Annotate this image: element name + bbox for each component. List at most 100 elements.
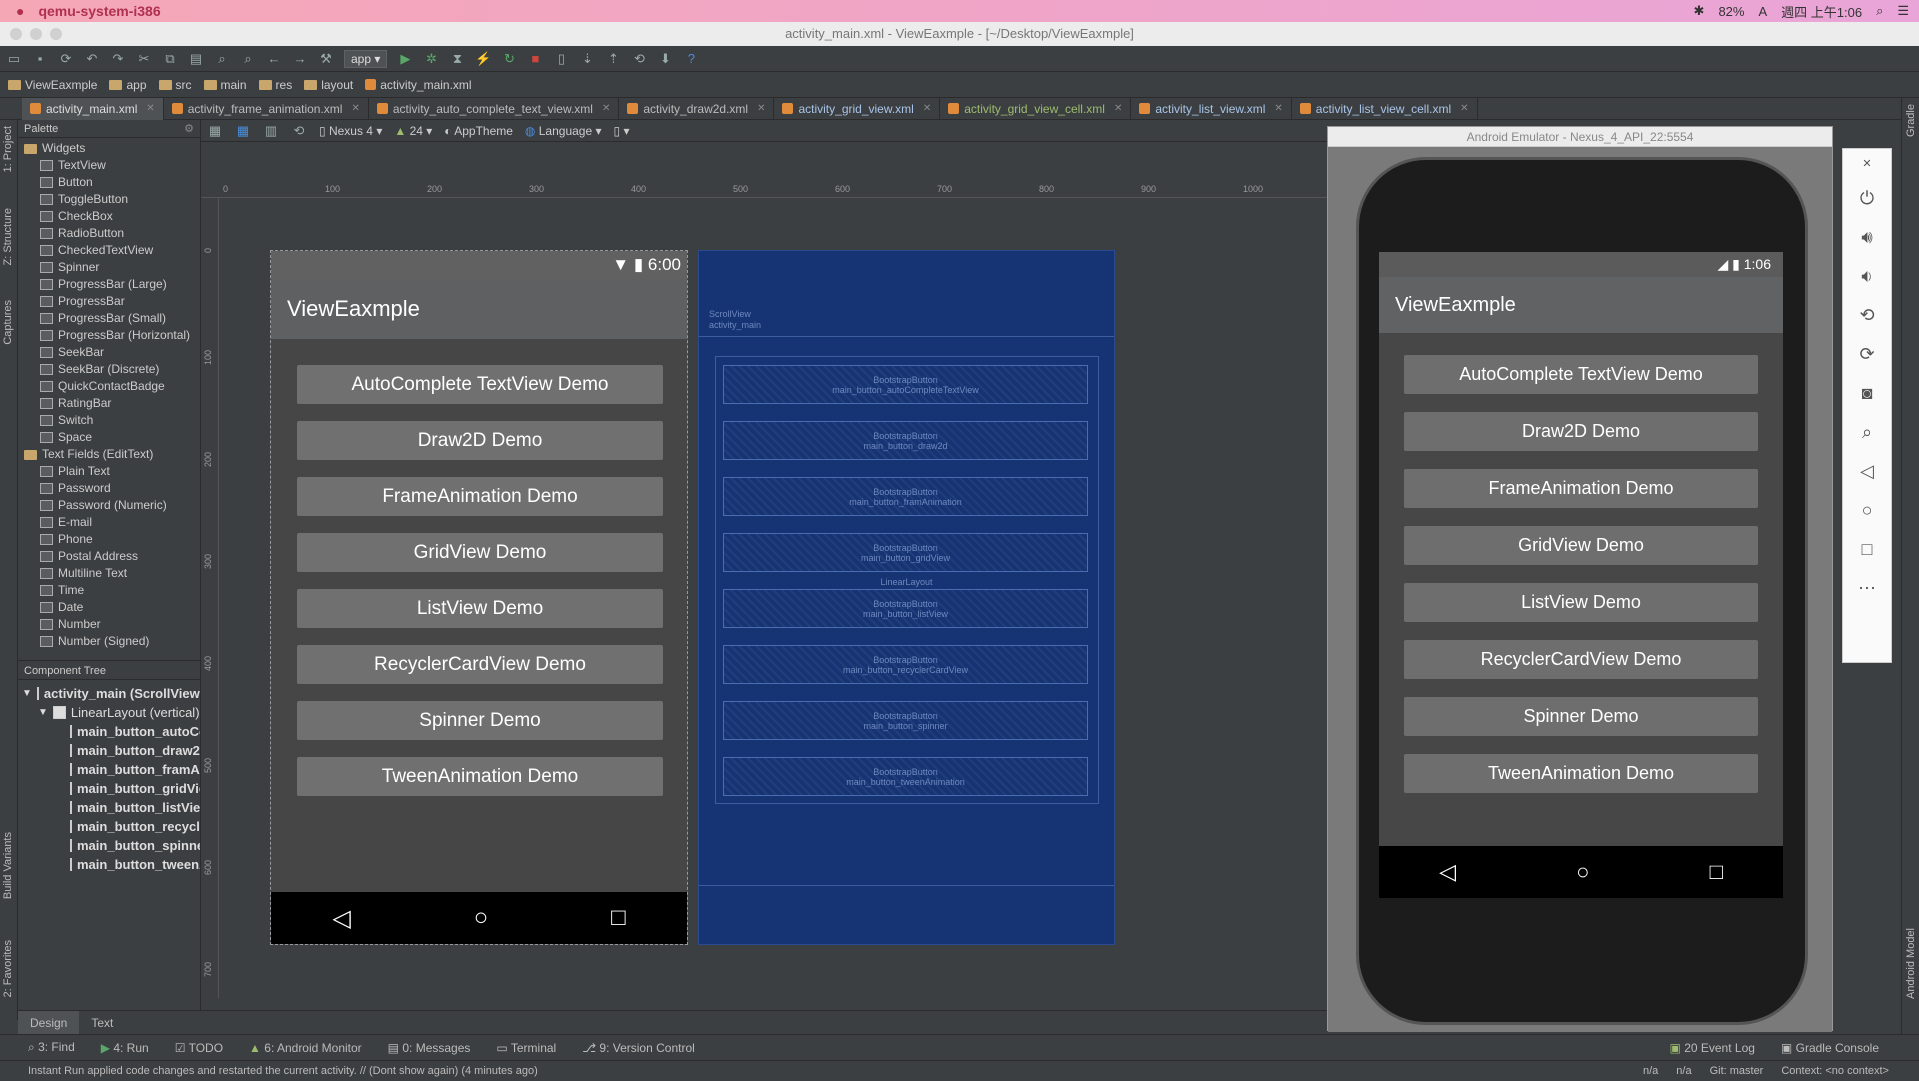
preview-demo-button[interactable]: ListView Demo [297, 589, 663, 628]
side-tab-android-model[interactable]: Android Model [1905, 928, 1917, 999]
app-menu-name[interactable]: qemu-system-i386 [38, 3, 160, 19]
component-tree-item[interactable]: main_button_spinner [18, 836, 200, 855]
palette-group[interactable]: Text Fields (EditText) [22, 446, 200, 463]
editor-tab[interactable]: activity_list_view.xml ✕ [1131, 97, 1292, 120]
volume-up-icon[interactable]: 🔊︎ [1861, 227, 1872, 248]
minimize-window-button[interactable] [30, 28, 42, 40]
run-config-select[interactable]: app ▾ [344, 49, 388, 68]
blueprint-button-box[interactable]: BootstrapButton main_button_recyclerCardV… [723, 645, 1088, 684]
palette-item[interactable]: Date [22, 599, 200, 616]
palette-item[interactable]: SeekBar (Discrete) [22, 361, 200, 378]
preview-demo-button[interactable]: Draw2D Demo [297, 421, 663, 460]
messages-tool-button[interactable]: ▤ 0: Messages [388, 1041, 471, 1055]
emulator-demo-button[interactable]: Spinner Demo [1404, 697, 1758, 736]
battery-percent[interactable]: 82% [1718, 4, 1744, 19]
palette-item[interactable]: Number [22, 616, 200, 633]
copy-icon[interactable]: ⧉ [162, 51, 178, 67]
close-tab-icon[interactable]: ✕ [351, 103, 359, 114]
palette-item[interactable]: ProgressBar [22, 293, 200, 310]
emulator-demo-button[interactable]: GridView Demo [1404, 526, 1758, 565]
blueprint-button-box[interactable]: BootstrapButton main_button_tweenAnimatio… [723, 757, 1088, 796]
redo-icon[interactable]: ↷ [110, 51, 126, 67]
expand-arrow-icon[interactable]: ▼ [22, 684, 32, 703]
language-select[interactable]: ◍ Language ▾ [525, 124, 602, 138]
home-icon[interactable]: ○ [1576, 859, 1589, 885]
close-tab-icon[interactable]: ✕ [757, 103, 765, 114]
make-project-icon[interactable]: ⚒ [318, 51, 334, 67]
vcs-update-icon[interactable]: ⇣ [579, 51, 595, 67]
android-monitor-tool-button[interactable]: ▲ 6: Android Monitor [249, 1041, 362, 1055]
palette-item[interactable]: Time [22, 582, 200, 599]
close-window-button[interactable] [10, 28, 22, 40]
find-icon[interactable]: ⌕ [214, 51, 230, 67]
preview-demo-button[interactable]: TweenAnimation Demo [297, 757, 663, 796]
terminal-tool-button[interactable]: ▭ Terminal [496, 1041, 556, 1055]
component-tree-item[interactable]: main_button_listView [18, 798, 200, 817]
component-tree-item[interactable]: ▼ LinearLayout (vertical) [18, 703, 200, 722]
encoding[interactable]: n/a [1676, 1061, 1691, 1081]
search-icon[interactable]: ⌕ [1876, 3, 1883, 19]
volume-down-icon[interactable]: 🔉︎ [1861, 266, 1872, 287]
emulator-demo-button[interactable]: Draw2D Demo [1404, 412, 1758, 451]
palette-item[interactable]: RadioButton [22, 225, 200, 242]
palette-item[interactable]: Multiline Text [22, 565, 200, 582]
input-method-icon[interactable]: A [1758, 4, 1767, 19]
component-tree-item[interactable]: main_button_tweenAnimation [18, 855, 200, 874]
blueprint-button-box[interactable]: BootstrapButton main_button_autoCompleteT… [723, 365, 1088, 404]
sdk-manager-icon[interactable]: ⬇ [657, 51, 673, 67]
editor-tab[interactable]: activity_list_view_cell.xml ✕ [1292, 97, 1478, 120]
editor-tab[interactable]: activity_auto_complete_text_view.xml ✕ [369, 97, 620, 120]
close-tab-icon[interactable]: ✕ [1114, 103, 1122, 114]
emulator-demo-button[interactable]: AutoComplete TextView Demo [1404, 355, 1758, 394]
tab-design[interactable]: Design [18, 1010, 80, 1035]
blueprint-button-box[interactable]: BootstrapButton main_button_draw2d [723, 421, 1088, 460]
palette-item[interactable]: CheckedTextView [22, 242, 200, 259]
blueprint-button-box[interactable]: BootstrapButton main_button_framAnimation [723, 477, 1088, 516]
emulator-demo-button[interactable]: ListView Demo [1404, 583, 1758, 622]
menu-list-icon[interactable]: ☰ [1897, 3, 1909, 19]
rotate-left-icon[interactable]: ⟲ [1859, 305, 1874, 326]
preview-demo-button[interactable]: FrameAnimation Demo [297, 477, 663, 516]
close-icon[interactable]: ✕ [1862, 157, 1871, 170]
expand-arrow-icon[interactable]: ▼ [38, 703, 48, 722]
find-tool-button[interactable]: ⌕ 3: Find [28, 1040, 75, 1055]
sync-icon[interactable]: ⟳ [58, 51, 74, 67]
editor-tab[interactable]: activity_main.xml ✕ [22, 97, 164, 120]
zoom-icon[interactable]: ⌕ [1862, 422, 1872, 443]
palette-item[interactable]: QuickContactBadge [22, 378, 200, 395]
palette-item[interactable]: RatingBar [22, 395, 200, 412]
palette-item[interactable]: Spinner [22, 259, 200, 276]
preview-demo-button[interactable]: AutoComplete TextView Demo [297, 365, 663, 404]
power-icon[interactable]: ⏻ [1860, 188, 1874, 209]
emulator-demo-button[interactable]: TweenAnimation Demo [1404, 754, 1758, 793]
apple-icon[interactable]: ● [16, 3, 24, 19]
home-icon[interactable]: ○ [1862, 500, 1873, 521]
editor-tab[interactable]: activity_grid_view_cell.xml ✕ [940, 97, 1132, 120]
back-icon[interactable]: ← [266, 51, 282, 67]
palette-item[interactable]: Password (Numeric) [22, 497, 200, 514]
avd-manager-icon[interactable]: ▯ [553, 51, 569, 67]
blueprint-view-icon[interactable]: ▦ [235, 123, 251, 139]
emulator-demo-button[interactable]: FrameAnimation Demo [1404, 469, 1758, 508]
help-icon[interactable]: ? [683, 51, 699, 67]
replace-icon[interactable]: ⌕ [240, 51, 256, 67]
paste-icon[interactable]: ▤ [188, 51, 204, 67]
rotate-right-icon[interactable]: ⟳ [1859, 344, 1874, 365]
back-icon[interactable]: ◁ [1439, 859, 1456, 885]
api-select[interactable]: ▲ 24 ▾ [394, 124, 432, 138]
orientation-icon[interactable]: ⟲ [291, 123, 307, 139]
palette-item[interactable]: Button [22, 174, 200, 191]
version-control-tool-button[interactable]: ⎇ 9: Version Control [582, 1041, 695, 1055]
side-tab-project[interactable]: 1: Project [2, 126, 14, 172]
palette-item[interactable]: Password [22, 480, 200, 497]
palette-item[interactable]: E-mail [22, 514, 200, 531]
open-folder-icon[interactable]: ▭ [6, 51, 22, 67]
theme-select[interactable]: ◐ AppTheme [444, 124, 513, 138]
preview-demo-button[interactable]: Spinner Demo [297, 701, 663, 740]
layout-variants-select[interactable]: ▯ ▾ [614, 124, 630, 138]
line-position[interactable]: n/a [1643, 1061, 1658, 1081]
palette-item[interactable]: Plain Text [22, 463, 200, 480]
preview-demo-button[interactable]: RecyclerCardView Demo [297, 645, 663, 684]
emulator-demo-button[interactable]: RecyclerCardView Demo [1404, 640, 1758, 679]
device-screen[interactable]: ◢ ▮ 1:06 ViewEaxmple AutoComplete TextVi… [1379, 252, 1783, 898]
